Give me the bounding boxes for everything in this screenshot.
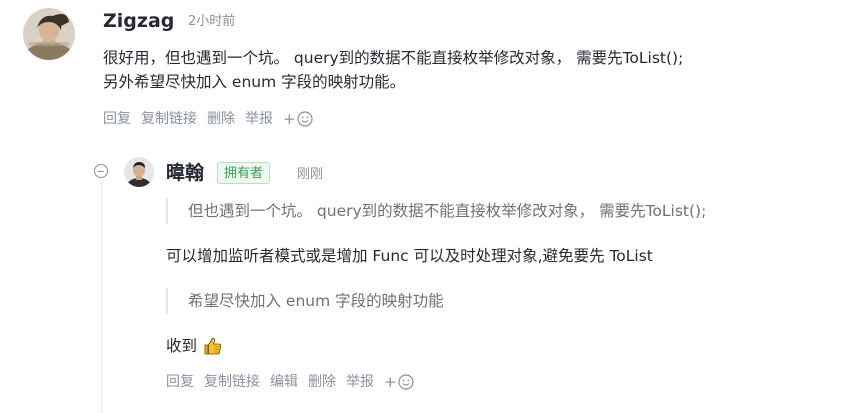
user-avatar-zigzag[interactable] — [23, 8, 75, 60]
quoted-text: 希望尽快加入 enum 字段的映射功能 — [166, 288, 444, 314]
reply-timestamp: 刚刚 — [297, 167, 324, 182]
copy-link-button[interactable]: 复制链接 — [141, 110, 197, 128]
smiley-icon — [397, 374, 414, 390]
edit-button[interactable]: 编辑 — [270, 373, 298, 391]
delete-button[interactable]: 删除 — [207, 110, 235, 128]
report-button[interactable]: 举报 — [346, 373, 374, 391]
collapse-minus-icon[interactable] — [94, 164, 108, 178]
reply-username[interactable]: 暐翰 — [166, 160, 204, 186]
comment-actions: 回复 复制链接 删除 举报 + — [103, 110, 313, 128]
quoted-text: 但也遇到一个坑。 query到的数据不能直接枚举修改对象， 需要先ToList(… — [166, 198, 706, 224]
add-reaction-button[interactable]: + — [283, 110, 313, 128]
comment-content: 很好用，但也遇到一个坑。 query到的数据不能直接枚举修改对象， 需要先ToL… — [103, 46, 823, 94]
comment-timestamp: 2小时前 — [188, 14, 236, 29]
reply-text: 可以增加监听者模式或是增加 Func 可以及时处理对象,避免要先 ToList — [166, 247, 653, 265]
comment-thread: Zigzag 2小时前 很好用，但也遇到一个坑。 query到的数据不能直接枚举… — [0, 0, 845, 413]
comment-username[interactable]: Zigzag — [103, 8, 174, 34]
reply-text-label: 收到 — [166, 337, 198, 355]
smiley-icon — [296, 111, 313, 127]
comment-line: 很好用，但也遇到一个坑。 query到的数据不能直接枚举修改对象， 需要先ToL… — [103, 49, 684, 67]
reply-text-ack: 收到 — [166, 334, 223, 358]
reply-button[interactable]: 回复 — [166, 373, 194, 391]
plus-label: + — [283, 110, 296, 128]
add-reaction-button[interactable]: + — [384, 373, 414, 391]
reply-button[interactable]: 回复 — [103, 110, 131, 128]
avatar-photo-icon — [23, 8, 75, 60]
comment-line: 另外希望尽快加入 enum 字段的映射功能。 — [103, 73, 406, 91]
report-button[interactable]: 举报 — [245, 110, 273, 128]
thumbs-up-icon — [204, 337, 222, 355]
copy-link-button[interactable]: 复制链接 — [204, 373, 260, 391]
owner-badge: 拥有者 — [217, 162, 271, 184]
delete-button[interactable]: 删除 — [308, 373, 336, 391]
thread-line — [101, 182, 102, 413]
avatar-photo-icon — [124, 157, 154, 187]
plus-label: + — [384, 373, 397, 391]
reply-actions: 回复 复制链接 编辑 删除 举报 + — [166, 373, 414, 391]
user-avatar-reply[interactable] — [124, 157, 154, 187]
